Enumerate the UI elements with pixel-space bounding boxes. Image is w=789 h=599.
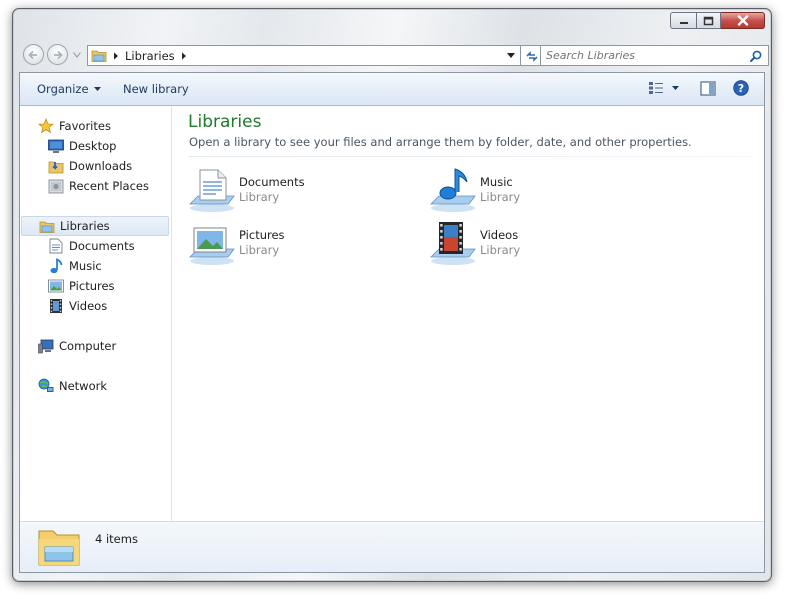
address-bar[interactable]: Libraries [87,45,521,66]
header-divider [188,156,752,157]
library-tile-videos[interactable]: Videos Library [429,219,649,267]
library-tile-pictures[interactable]: Pictures Library [188,219,408,267]
command-bar: Organize New library ? [20,73,764,106]
nav-recent-places[interactable]: Recent Places [48,176,149,196]
forward-button[interactable] [47,44,68,65]
chevron-down-icon [672,86,679,90]
organize-label: Organize [37,82,89,96]
search-icon[interactable] [750,50,762,62]
details-pane: 4 items [20,521,764,572]
nav-libraries[interactable]: Libraries [21,216,169,236]
forward-arrow-icon [54,50,63,59]
film-strip-icon [50,299,62,313]
network-icon [38,378,54,392]
minimize-icon [679,21,688,24]
nav-pictures[interactable]: Pictures [48,276,115,296]
chevron-down-icon [93,87,101,91]
libraries-folder-icon [39,221,55,233]
caption-buttons [670,12,765,29]
recent-pages-dropdown-icon[interactable] [73,52,81,58]
explorer-window: Libraries Organize New library [12,8,772,582]
desktop-icon [48,139,64,153]
minimize-button[interactable] [670,12,696,29]
organize-button[interactable]: Organize [37,82,101,96]
nav-favorites[interactable]: Favorites [38,116,111,136]
new-library-button[interactable]: New library [123,82,189,96]
pictures-library-icon [189,227,235,265]
nav-documents[interactable]: Documents [48,236,135,256]
libraries-folder-icon [91,50,107,62]
breadcrumb-separator-icon[interactable] [113,52,119,60]
close-button[interactable] [721,12,765,29]
recent-places-icon [48,179,64,193]
videos-library-icon [430,222,476,265]
search-input[interactable] [546,49,741,62]
documents-library-icon [189,169,235,212]
navigation-pane: Favorites Desktop Downloads Recent Place… [20,106,172,522]
downloads-folder-icon [48,161,64,173]
svg-text:?: ? [738,82,744,95]
breadcrumb-separator-icon[interactable] [181,52,187,60]
picture-icon [48,279,64,293]
library-tile-documents[interactable]: Documents Library [188,166,408,214]
nav-network[interactable]: Network [38,376,107,396]
nav-desktop[interactable]: Desktop [48,136,116,156]
libraries-folder-large-icon [38,530,80,566]
music-library-icon [430,168,476,212]
nav-downloads[interactable]: Downloads [48,156,132,176]
explorer-client: Organize New library ? Favorites Desktop… [19,72,765,573]
breadcrumb-libraries[interactable]: Libraries [125,49,175,63]
computer-icon [38,339,54,353]
view-options-icon [649,82,663,94]
change-view-button[interactable] [648,81,679,95]
nav-computer[interactable]: Computer [38,336,116,356]
page-title: Libraries [188,112,262,132]
star-icon [38,118,54,134]
music-note-icon [50,258,63,274]
document-icon [49,238,63,254]
refresh-icon [525,50,538,62]
address-row: Libraries [19,43,769,68]
page-description: Open a library to see your files and arr… [189,135,692,149]
preview-pane-icon[interactable] [700,81,716,96]
item-count: 4 items [95,532,138,546]
content-pane: Libraries Open a library to see your fil… [172,106,764,522]
library-tile-music[interactable]: Music Library [429,166,649,214]
search-box[interactable] [540,45,769,66]
back-button[interactable] [23,44,44,65]
nav-music[interactable]: Music [48,256,102,276]
maximize-button[interactable] [696,12,721,29]
address-history-dropdown-icon[interactable] [507,53,515,58]
nav-videos[interactable]: Videos [48,296,107,316]
back-arrow-icon [28,50,37,59]
maximize-icon [703,16,714,25]
help-icon[interactable]: ? [733,80,749,96]
close-icon [737,15,748,26]
